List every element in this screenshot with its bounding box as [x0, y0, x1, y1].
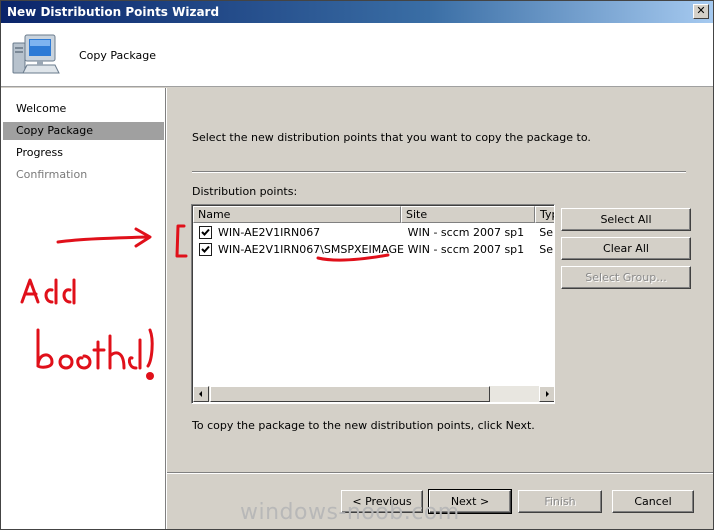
bottom-separator: [167, 472, 713, 474]
main-panel: Select the new distribution points that …: [167, 88, 713, 468]
arrow-right-icon: [546, 391, 549, 397]
scroll-thumb[interactable]: [210, 386, 490, 402]
row-checkbox[interactable]: [199, 243, 212, 256]
wizard-nav: Welcome Copy Package Progress Confirmati…: [1, 88, 165, 529]
wizard-header: Copy Package: [1, 23, 713, 87]
row-type: Ser: [539, 226, 554, 239]
distribution-points-list[interactable]: Name Site Typ WIN-AE2V1IRN067 WIN - sccm…: [191, 204, 555, 404]
instruction-text: Select the new distribution points that …: [192, 131, 591, 144]
close-button[interactable]: ✕: [693, 4, 709, 19]
column-header-name[interactable]: Name: [193, 206, 401, 223]
checkmark-icon: [201, 245, 210, 253]
wizard-window: New Distribution Points Wizard ✕ Copy Pa…: [0, 0, 714, 530]
clear-all-button[interactable]: Clear All: [561, 237, 691, 260]
finish-button: Finish: [518, 490, 602, 513]
step-title: Copy Package: [79, 49, 156, 62]
list-item[interactable]: WIN-AE2V1IRN067\SMSPXEIMAGES$ WIN - sccm…: [193, 241, 554, 258]
scroll-right-button[interactable]: [539, 386, 554, 402]
row-name: WIN-AE2V1IRN067\SMSPXEIMAGES$: [218, 243, 404, 256]
select-group-button: Select Group...: [561, 266, 691, 289]
scroll-left-button[interactable]: [193, 386, 209, 402]
title-bar: New Distribution Points Wizard ✕: [1, 1, 713, 23]
nav-item-confirmation: Confirmation: [16, 168, 88, 181]
window-title: New Distribution Points Wizard: [7, 5, 220, 19]
select-all-button[interactable]: Select All: [561, 208, 691, 231]
computer-icon: [12, 34, 60, 74]
row-site: WIN - sccm 2007 sp1: [407, 226, 525, 239]
row-name: WIN-AE2V1IRN067: [218, 226, 321, 239]
horizontal-scrollbar[interactable]: [193, 386, 554, 402]
row-type: Ser: [539, 243, 554, 256]
next-hint-text: To copy the package to the new distribut…: [192, 419, 535, 432]
cancel-button[interactable]: Cancel: [612, 490, 694, 513]
column-header-type[interactable]: Typ: [535, 206, 554, 223]
column-header-site[interactable]: Site: [401, 206, 535, 223]
nav-item-copy-package[interactable]: Copy Package: [3, 122, 164, 140]
nav-item-progress[interactable]: Progress: [3, 144, 164, 162]
separator: [192, 171, 686, 173]
arrow-left-icon: [199, 391, 202, 397]
distribution-points-label: Distribution points:: [192, 185, 298, 198]
watermark: windows-noob.com: [240, 500, 460, 525]
list-header: Name Site Typ: [193, 206, 554, 223]
row-checkbox[interactable]: [199, 226, 212, 239]
row-site: WIN - sccm 2007 sp1: [407, 243, 525, 256]
list-item[interactable]: WIN-AE2V1IRN067 WIN - sccm 2007 sp1 Ser: [193, 224, 554, 241]
close-icon: ✕: [696, 4, 706, 17]
nav-item-welcome[interactable]: Welcome: [3, 100, 164, 118]
checkmark-icon: [201, 228, 210, 236]
